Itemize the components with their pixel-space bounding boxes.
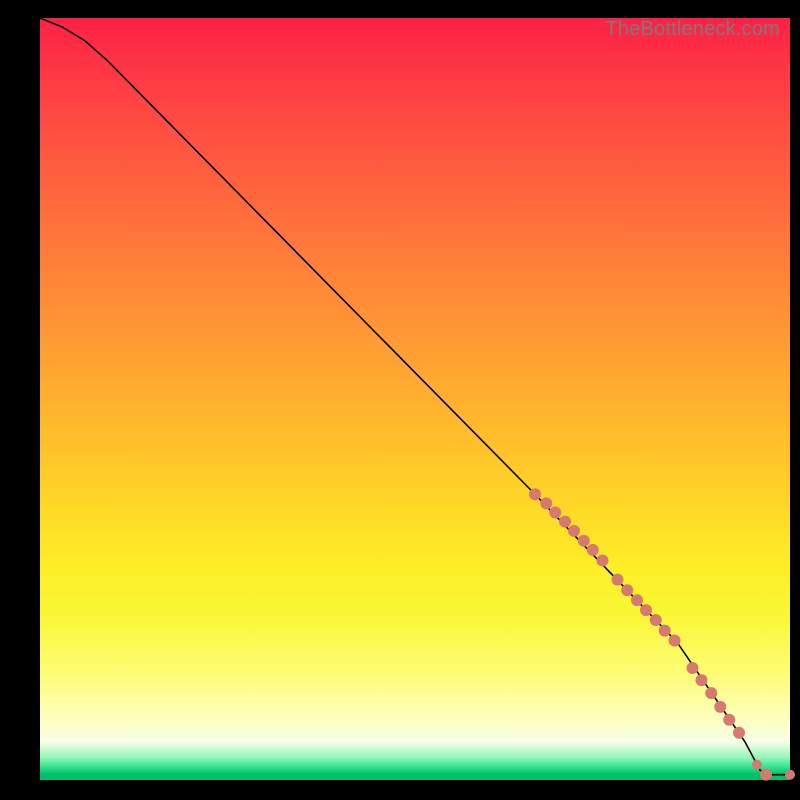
data-point xyxy=(752,760,762,770)
data-point xyxy=(785,770,795,780)
data-point xyxy=(549,507,561,519)
data-point xyxy=(568,525,580,537)
data-point xyxy=(669,635,681,647)
data-point xyxy=(597,555,609,567)
points-layer xyxy=(40,18,790,780)
data-point xyxy=(760,769,772,781)
data-point xyxy=(631,594,643,606)
data-points xyxy=(529,488,795,780)
data-point xyxy=(659,625,671,637)
data-point xyxy=(621,584,633,596)
data-point xyxy=(612,574,624,586)
data-point xyxy=(687,662,699,674)
chart-figure: TheBottleneck.com xyxy=(0,0,800,800)
plot-area: TheBottleneck.com xyxy=(40,18,790,780)
data-point xyxy=(640,604,652,616)
data-point xyxy=(723,714,735,726)
data-point xyxy=(696,674,708,686)
data-point xyxy=(650,614,662,626)
data-point xyxy=(714,701,726,713)
data-point xyxy=(529,488,541,500)
data-point xyxy=(559,516,571,528)
data-point xyxy=(587,544,599,556)
data-point xyxy=(578,535,590,547)
data-point xyxy=(540,497,552,509)
data-point xyxy=(733,727,745,739)
data-point xyxy=(705,687,717,699)
